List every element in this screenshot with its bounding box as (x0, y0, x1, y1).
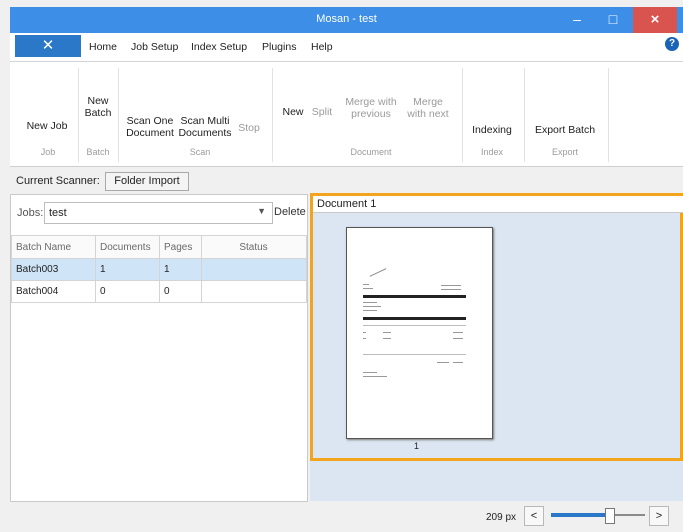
zoom-slider-fill (551, 513, 610, 517)
chevron-down-icon: ▼ (257, 206, 266, 216)
group-label-batch: Batch (86, 147, 110, 157)
thumbnail-text-line (441, 289, 461, 290)
jobs-label: Jobs: (17, 207, 44, 219)
table-row[interactable]: Batch004 0 0 (11, 280, 307, 303)
ribbon: New Job New Batch Scan One Document Scan… (10, 62, 683, 167)
tab-job-setup[interactable]: Job Setup (131, 41, 178, 53)
document-title: Document 1 (313, 196, 683, 213)
table-row[interactable]: Batch003 1 1 (11, 258, 307, 281)
zoom-out-button[interactable]: < (524, 506, 544, 526)
column-header-batch-name[interactable]: Batch Name (11, 235, 96, 259)
maximize-button[interactable]: □ (595, 7, 631, 33)
table-header-row: Batch Name Documents Pages Status (11, 235, 307, 259)
thumbnail-text-line (363, 332, 366, 333)
group-label-index: Index (480, 147, 504, 157)
close-button[interactable]: × (633, 7, 677, 33)
thumbnail-text-line (363, 284, 369, 285)
new-batch-button[interactable]: New Batch (82, 95, 114, 119)
status-bar: 209 px < > (10, 502, 683, 532)
thumbnail-text-line (363, 302, 377, 303)
stop-button[interactable]: Stop (236, 122, 262, 134)
delete-job-button[interactable]: Delete (274, 206, 306, 218)
ribbon-separator (78, 68, 79, 162)
cell-status (201, 280, 307, 303)
merge-with-previous-button[interactable]: Merge with previous (338, 96, 404, 120)
scan-one-document-button[interactable]: Scan One Document (124, 115, 176, 139)
export-batch-button[interactable]: Export Batch (527, 124, 603, 136)
tab-home[interactable]: Home (89, 41, 117, 53)
minimize-button[interactable]: – (559, 7, 595, 33)
thumbnail-text-line (441, 285, 461, 286)
cell-status (201, 258, 307, 281)
ribbon-separator (462, 68, 463, 162)
viewer-footer-area (310, 461, 683, 501)
column-header-documents[interactable]: Documents (95, 235, 160, 259)
jobs-dropdown[interactable]: test ▼ (44, 202, 273, 224)
scanner-select[interactable]: Folder Import (105, 172, 189, 191)
thumbnail-text-line (363, 288, 373, 289)
scan-multi-documents-button[interactable]: Scan Multi Documents (176, 115, 234, 139)
menu-bar: ✕ Home Job Setup Index Setup Plugins Hel… (10, 33, 683, 62)
thumbnail-text-line (363, 306, 381, 307)
window-titlebar: Mosan - test – □ × (10, 7, 683, 33)
thumbnail-text-line (363, 354, 466, 355)
help-icon[interactable]: ? (665, 37, 679, 51)
batch-panel: Jobs: test ▼ Delete Batch Name Documents… (10, 194, 308, 502)
tab-plugins[interactable]: Plugins (262, 41, 296, 53)
cell-batch-name: Batch004 (11, 280, 96, 303)
app-menu-button[interactable]: ✕ (15, 35, 81, 57)
new-document-button[interactable]: New (278, 106, 308, 118)
ribbon-separator (608, 68, 609, 162)
document-viewer: Document 1 1 (310, 193, 683, 461)
column-header-pages[interactable]: Pages (159, 235, 202, 259)
cell-documents: 0 (95, 280, 160, 303)
zoom-level-label: 209 px (486, 512, 517, 523)
zoom-in-button[interactable]: > (649, 506, 669, 526)
cell-batch-name: Batch003 (11, 258, 96, 281)
scanner-bar: Current Scanner: Folder Import (10, 171, 683, 191)
thumbnail-logo (369, 268, 387, 277)
group-label-document: Document (350, 147, 392, 157)
zoom-slider-thumb[interactable] (605, 508, 616, 524)
thumbnail-text-line (383, 338, 391, 339)
thumbnail-text-line (363, 325, 466, 326)
thumbnail-text-line (363, 376, 387, 377)
page-number-label: 1 (414, 441, 420, 451)
thumbnail-text-line (453, 362, 463, 363)
column-header-status[interactable]: Status (201, 235, 307, 259)
thumbnail-text-line (363, 310, 377, 311)
zoom-slider[interactable] (551, 508, 645, 524)
cell-documents: 1 (95, 258, 160, 281)
group-label-scan: Scan (189, 147, 211, 157)
merge-with-next-button[interactable]: Merge with next (406, 96, 450, 120)
thumbnail-text-line (363, 372, 377, 373)
cell-pages: 0 (159, 280, 202, 303)
tab-index-setup[interactable]: Index Setup (191, 41, 247, 53)
tab-help[interactable]: Help (311, 41, 333, 53)
ribbon-separator (272, 68, 273, 162)
indexing-button[interactable]: Indexing (465, 124, 519, 136)
ribbon-separator (118, 68, 119, 162)
new-job-button[interactable]: New Job (22, 120, 72, 132)
thumbnail-text-line (363, 338, 366, 339)
group-label-job: Job (40, 147, 56, 157)
jobs-row: Jobs: test ▼ Delete (11, 195, 307, 229)
jobs-selected-value: test (49, 207, 67, 219)
current-scanner-label: Current Scanner: (16, 175, 100, 187)
thumbnail-rule (363, 317, 466, 320)
page-thumbnail[interactable] (346, 227, 493, 439)
cell-pages: 1 (159, 258, 202, 281)
batch-table: Batch Name Documents Pages Status Batch0… (11, 235, 307, 303)
thumbnail-text-line (383, 332, 391, 333)
thumbnail-text-line (437, 362, 449, 363)
thumbnail-text-line (453, 332, 463, 333)
group-label-export: Export (551, 147, 578, 157)
ribbon-separator (524, 68, 525, 162)
split-button[interactable]: Split (308, 106, 336, 118)
thumbnail-rule (363, 295, 466, 298)
thumbnail-text-line (453, 338, 463, 339)
